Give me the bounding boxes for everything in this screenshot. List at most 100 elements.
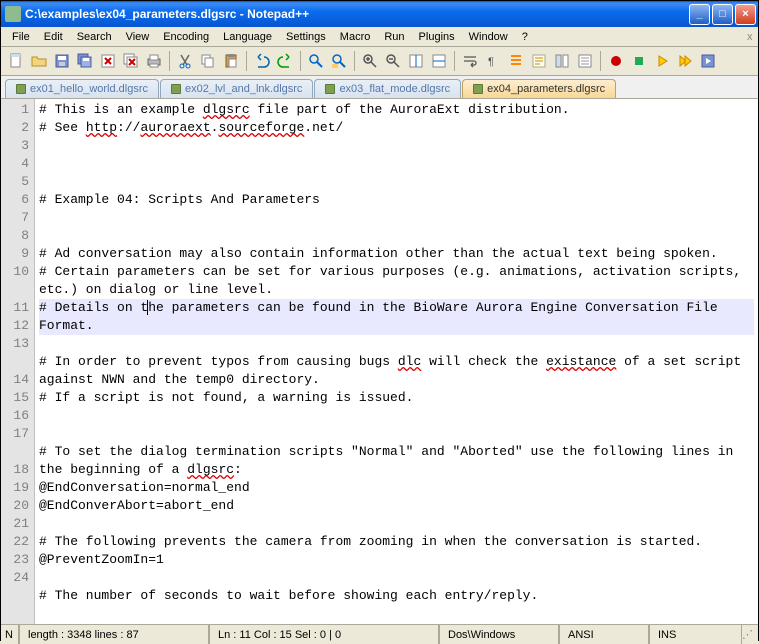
menu-search[interactable]: Search xyxy=(70,29,119,45)
copy-button[interactable] xyxy=(197,50,219,72)
save-all-button[interactable] xyxy=(74,50,96,72)
line-number: 13 xyxy=(1,335,29,371)
menu-macro[interactable]: Macro xyxy=(333,29,378,45)
print-button[interactable] xyxy=(143,50,165,72)
line-number: 3 xyxy=(1,137,29,155)
play-multi-button[interactable] xyxy=(674,50,696,72)
line-number: 6 xyxy=(1,191,29,209)
save-macro-button[interactable] xyxy=(697,50,719,72)
code-line[interactable]: # In order to prevent typos from causing… xyxy=(39,353,754,389)
code-line[interactable] xyxy=(39,227,754,245)
code-line[interactable] xyxy=(39,425,754,443)
menu-plugins[interactable]: Plugins xyxy=(412,29,462,45)
code-line[interactable]: # Details on the parameters can be found… xyxy=(39,299,754,335)
code-line[interactable]: # The number of seconds to wait before s… xyxy=(39,587,754,605)
new-file-button[interactable] xyxy=(5,50,27,72)
menu-run[interactable]: Run xyxy=(377,29,411,45)
status-position: Ln : 11 Col : 15 Sel : 0 | 0 xyxy=(209,625,439,644)
menu-?[interactable]: ? xyxy=(515,29,535,45)
redo-button[interactable] xyxy=(274,50,296,72)
code-line[interactable] xyxy=(39,335,754,353)
menu-x-icon[interactable]: x xyxy=(740,29,754,45)
tab-ex03_flat_mode-dlgsrc[interactable]: ex03_flat_mode.dlgsrc xyxy=(314,79,461,98)
cut-button[interactable] xyxy=(174,50,196,72)
save-button[interactable] xyxy=(51,50,73,72)
line-number: 8 xyxy=(1,227,29,245)
tab-label: ex04_parameters.dlgsrc xyxy=(487,83,605,95)
line-number: 24 xyxy=(1,569,29,587)
stop-macro-button[interactable] xyxy=(628,50,650,72)
zoom-in-button[interactable] xyxy=(359,50,381,72)
line-number: 4 xyxy=(1,155,29,173)
code-line[interactable] xyxy=(39,515,754,533)
code-line[interactable]: # This is an example dlgsrc file part of… xyxy=(39,101,754,119)
status-stream: N xyxy=(1,625,19,644)
editor-area: 123456789101112131415161718192021222324 … xyxy=(1,99,758,624)
menu-file[interactable]: File xyxy=(5,29,37,45)
status-length: length : 3348 lines : 87 xyxy=(19,625,209,644)
maximize-button[interactable]: □ xyxy=(712,4,733,25)
menu-language[interactable]: Language xyxy=(216,29,279,45)
wordwrap-button[interactable] xyxy=(459,50,481,72)
window-titlebar: C:\examples\ex04_parameters.dlgsrc - Not… xyxy=(1,1,758,27)
minimize-button[interactable]: _ xyxy=(689,4,710,25)
menu-edit[interactable]: Edit xyxy=(37,29,70,45)
document-tabs: ex01_hello_world.dlgsrc ex02_lvl_and_lnk.… xyxy=(1,76,758,99)
code-line[interactable]: # If a script is not found, a warning is… xyxy=(39,389,754,407)
menu-settings[interactable]: Settings xyxy=(279,29,333,45)
line-number: 1 xyxy=(1,101,29,119)
code-line[interactable] xyxy=(39,209,754,227)
tab-ex02_lvl_and_lnk-dlgsrc[interactable]: ex02_lvl_and_lnk.dlgsrc xyxy=(160,79,313,98)
code-line[interactable] xyxy=(39,569,754,587)
code-line[interactable] xyxy=(39,137,754,155)
line-number: 14 xyxy=(1,371,29,389)
file-icon xyxy=(171,84,181,94)
menu-encoding[interactable]: Encoding xyxy=(156,29,216,45)
menu-view[interactable]: View xyxy=(119,29,157,45)
sync-h-button[interactable] xyxy=(428,50,450,72)
user-lang-button[interactable] xyxy=(528,50,550,72)
find-button[interactable] xyxy=(305,50,327,72)
code-line[interactable] xyxy=(39,407,754,425)
sync-v-button[interactable] xyxy=(405,50,427,72)
toolbar: ¶ xyxy=(1,47,758,76)
undo-button[interactable] xyxy=(251,50,273,72)
replace-button[interactable] xyxy=(328,50,350,72)
tab-label: ex02_lvl_and_lnk.dlgsrc xyxy=(185,83,302,95)
show-all-chars-button[interactable]: ¶ xyxy=(482,50,504,72)
code-line[interactable]: # Ad conversation may also contain infor… xyxy=(39,245,754,263)
code-editor[interactable]: # This is an example dlgsrc file part of… xyxy=(35,99,758,624)
record-macro-button[interactable] xyxy=(605,50,627,72)
line-number: 17 xyxy=(1,425,29,461)
code-line[interactable]: # The following prevents the camera from… xyxy=(39,533,754,551)
menu-bar: FileEditSearchViewEncodingLanguageSettin… xyxy=(1,27,758,47)
code-line[interactable] xyxy=(39,155,754,173)
code-line[interactable]: # See http://auroraext.sourceforge.net/ xyxy=(39,119,754,137)
code-line[interactable]: # To set the dialog termination scripts … xyxy=(39,443,754,479)
tab-ex01_hello_world-dlgsrc[interactable]: ex01_hello_world.dlgsrc xyxy=(5,79,159,98)
close-button[interactable]: × xyxy=(735,4,756,25)
code-line[interactable]: # Certain parameters can be set for vari… xyxy=(39,263,754,299)
code-line[interactable]: @EndConverAbort=abort_end xyxy=(39,497,754,515)
indent-guide-button[interactable] xyxy=(505,50,527,72)
code-line[interactable]: @EndConversation=normal_end xyxy=(39,479,754,497)
doc-map-button[interactable] xyxy=(551,50,573,72)
func-list-button[interactable] xyxy=(574,50,596,72)
tab-ex04_parameters-dlgsrc[interactable]: ex04_parameters.dlgsrc xyxy=(462,79,616,98)
code-line[interactable] xyxy=(39,173,754,191)
menu-window[interactable]: Window xyxy=(462,29,515,45)
line-number: 21 xyxy=(1,515,29,533)
code-line[interactable]: # Example 04: Scripts And Parameters xyxy=(39,191,754,209)
line-number: 9 xyxy=(1,245,29,263)
app-icon xyxy=(5,6,21,22)
open-file-button[interactable] xyxy=(28,50,50,72)
code-line[interactable]: @PreventZoomIn=1 xyxy=(39,551,754,569)
close-all-button[interactable] xyxy=(120,50,142,72)
line-number: 15 xyxy=(1,389,29,407)
line-number: 10 xyxy=(1,263,29,299)
zoom-out-button[interactable] xyxy=(382,50,404,72)
paste-button[interactable] xyxy=(220,50,242,72)
close-file-button[interactable] xyxy=(97,50,119,72)
resize-grip[interactable]: ⋰ xyxy=(742,628,758,641)
play-macro-button[interactable] xyxy=(651,50,673,72)
